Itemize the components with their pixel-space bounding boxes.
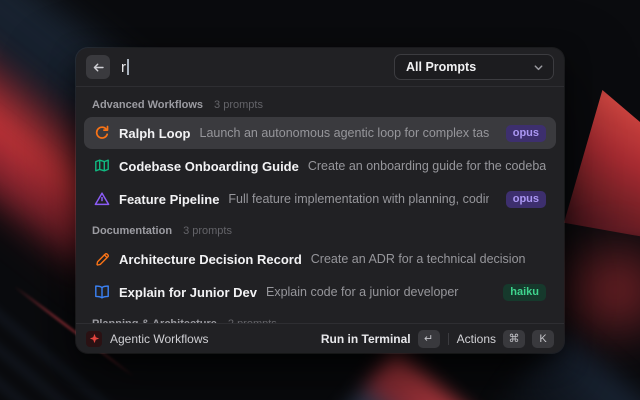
pencil-icon — [94, 251, 110, 267]
section-count: 3 prompts — [214, 99, 263, 111]
list-item[interactable]: Architecture Decision Record Create an AD… — [84, 243, 556, 275]
chevron-down-icon — [533, 62, 544, 73]
prompts-filter-dropdown[interactable]: All Prompts — [394, 54, 554, 80]
model-badge: opus — [506, 125, 546, 142]
extension-name: Agentic Workflows — [110, 332, 208, 346]
item-subtitle: Explain code for a junior developer — [266, 285, 486, 299]
footer-actions: Run in Terminal ↵ Actions ⌘ K — [321, 330, 554, 348]
model-badge: haiku — [503, 284, 546, 301]
actions-label: Actions — [457, 332, 496, 346]
map-icon — [94, 158, 110, 174]
item-title: Architecture Decision Record — [119, 252, 302, 267]
wallpaper-shape — [552, 82, 640, 242]
book-icon — [94, 284, 110, 300]
actions-menu-button[interactable]: Actions ⌘ K — [457, 330, 554, 348]
wallpaper-shape — [331, 348, 640, 400]
cmd-keycap: ⌘ — [503, 330, 525, 348]
item-subtitle: Launch an autonomous agentic loop for co… — [200, 126, 489, 140]
section-label: Advanced Workflows — [92, 99, 203, 111]
list-item[interactable]: Feature Pipeline Full feature implementat… — [84, 183, 556, 215]
item-subtitle: Full feature implementation with plannin… — [228, 192, 488, 206]
section-count: 3 prompts — [183, 225, 232, 237]
section-header: Documentation 3 prompts — [84, 216, 556, 243]
footer-bar: Agentic Workflows Run in Terminal ↵ Acti… — [76, 324, 564, 353]
search-text: r — [121, 59, 126, 76]
section-header: Advanced Workflows 3 prompts — [84, 90, 556, 117]
enter-keycap: ↵ — [418, 330, 440, 348]
filter-label: All Prompts — [406, 60, 476, 74]
prism-icon — [94, 191, 110, 207]
item-title: Ralph Loop — [119, 126, 191, 141]
item-subtitle: Create an ADR for a technical decision — [311, 252, 546, 266]
run-in-terminal-label: Run in Terminal — [321, 332, 411, 346]
run-in-terminal-action[interactable]: Run in Terminal ↵ — [321, 330, 440, 348]
results-list: Advanced Workflows 3 prompts Ralph Loop Lau… — [76, 87, 564, 323]
extension-icon — [86, 331, 102, 347]
section-label: Documentation — [92, 225, 172, 237]
arrow-left-icon — [92, 61, 105, 74]
loop-icon — [94, 125, 110, 141]
search-bar: r All Prompts — [76, 48, 564, 86]
k-keycap: K — [532, 330, 554, 348]
divider — [448, 333, 449, 345]
item-title: Codebase Onboarding Guide — [119, 159, 299, 174]
back-button[interactable] — [86, 55, 110, 79]
section-header: Planning & Architecture2 prompts — [84, 309, 556, 323]
search-input[interactable]: r — [121, 59, 383, 76]
text-cursor — [127, 59, 129, 75]
item-subtitle: Create an onboarding guide for the codeb… — [308, 159, 546, 173]
list-item[interactable]: Explain for Junior Dev Explain code for a… — [84, 276, 556, 308]
command-palette-window: r All Prompts Advanced Workflows 3 prompt… — [76, 48, 564, 353]
list-item[interactable]: Ralph Loop Launch an autonomous agentic l… — [84, 117, 556, 149]
list-item[interactable]: Codebase Onboarding Guide Create an onboa… — [84, 150, 556, 182]
model-badge: opus — [506, 191, 546, 208]
item-title: Feature Pipeline — [119, 192, 219, 207]
item-title: Explain for Junior Dev — [119, 285, 257, 300]
desktop-background: r All Prompts Advanced Workflows 3 prompt… — [0, 0, 640, 400]
